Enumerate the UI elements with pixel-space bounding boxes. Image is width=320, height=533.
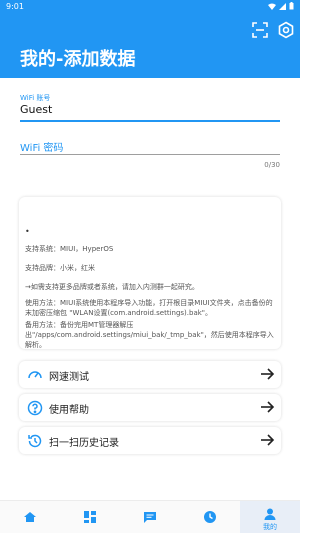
password-counter: 0/30 [264, 161, 280, 169]
clock-icon [204, 511, 216, 523]
nav-item-history[interactable] [180, 501, 240, 533]
nav-item-dashboard[interactable] [60, 501, 120, 533]
person-icon [264, 508, 276, 520]
info-line: 支持系统：MIUI，HyperOS [25, 245, 114, 253]
info-line: 支持品牌：小米，红米 [25, 264, 95, 272]
ssid-input[interactable]: Guest [20, 103, 52, 116]
battery-status-icon [289, 2, 294, 10]
speed-test-button[interactable]: 网速测试 [19, 361, 281, 388]
info-line: →如需支持更多品牌或者系统，请加入内测群一起研究。 [25, 283, 199, 291]
status-bar: 9:01 [0, 0, 300, 14]
info-line: 备用方法：备份完用MT管理器解压出"/apps/com.android.sett… [25, 321, 274, 349]
history-icon [25, 431, 44, 450]
scan-icon [252, 22, 268, 38]
wifi-status-icon [268, 3, 276, 10]
help-icon [25, 398, 44, 417]
ssid-label: WiFi 账号 [20, 94, 51, 102]
message-icon [144, 512, 156, 523]
info-bullet: • [25, 227, 30, 236]
nav-item-messages[interactable] [120, 501, 180, 533]
ssid-underline [20, 120, 280, 122]
gear-icon [278, 21, 294, 39]
speed-test-label: 网速测试 [49, 372, 89, 383]
nav-item-home[interactable] [0, 501, 60, 533]
app-bar: 我的-添加数据 [0, 14, 300, 78]
page-title: 我的-添加数据 [20, 49, 136, 70]
info-card: • 支持系统：MIUI，HyperOS 支持品牌：小米，红米 →如需支持更多品牌… [19, 197, 281, 349]
speedometer-icon [25, 365, 44, 384]
arrow-right-icon [261, 368, 275, 380]
password-field[interactable]: WiFi 密码 [20, 137, 280, 171]
arrow-right-icon [261, 434, 275, 446]
dashboard-icon [84, 511, 96, 523]
status-time: 9:01 [6, 2, 24, 11]
scan-history-label: 扫一扫历史记录 [49, 438, 119, 449]
settings-button[interactable] [274, 18, 298, 42]
help-button[interactable]: 使用帮助 [19, 394, 281, 421]
ssid-field[interactable]: WiFi 账号 Guest [20, 92, 280, 125]
nav-item-mine[interactable]: 我的 [240, 501, 300, 533]
password-placeholder[interactable]: WiFi 密码 [20, 139, 63, 154]
password-underline [20, 154, 280, 155]
info-line: 使用方法：MIUI系统使用本程序导入功能，打开根目录MIUI文件夹，点击备份的末… [25, 299, 273, 317]
home-icon [24, 512, 36, 522]
signal-status-icon [279, 2, 286, 10]
arrow-right-icon [261, 401, 275, 413]
scan-button[interactable] [248, 18, 272, 42]
status-icons [268, 2, 294, 10]
nav-item-mine-label: 我的 [263, 523, 277, 531]
help-label: 使用帮助 [49, 405, 89, 416]
scan-history-button[interactable]: 扫一扫历史记录 [19, 427, 281, 454]
bottom-navigation: 我的 [0, 500, 300, 533]
